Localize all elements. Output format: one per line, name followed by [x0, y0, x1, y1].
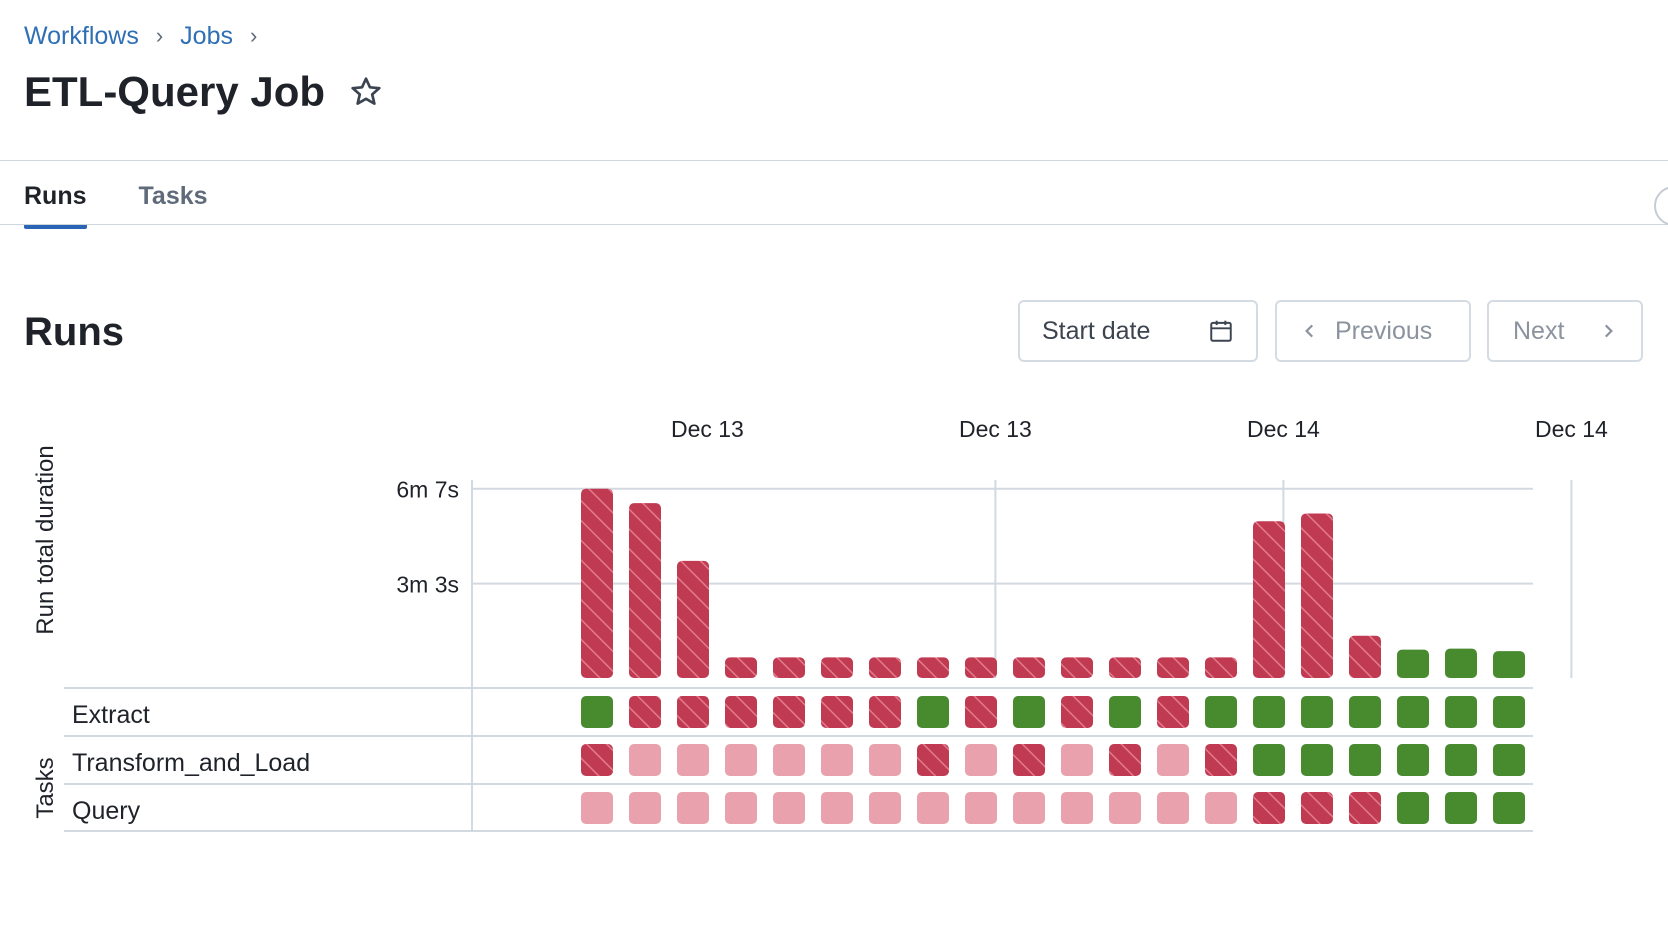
task-status-cell: [1109, 744, 1141, 776]
task-status-cell: [773, 792, 805, 824]
run-duration-bar: [1061, 657, 1093, 678]
run-duration-bar: [581, 488, 613, 678]
task-status-cell: [1205, 792, 1237, 824]
task-status-cell: [725, 792, 757, 824]
task-status-cell: [1157, 696, 1189, 728]
run-duration-bar: [1253, 521, 1285, 678]
run-duration-bar: [821, 657, 853, 678]
task-status-cell: [1013, 744, 1045, 776]
run-duration-bar: [1205, 657, 1237, 678]
task-name-label: Query: [72, 797, 141, 825]
run-duration-bar: [1109, 657, 1141, 678]
task-status-cell: [677, 792, 709, 824]
run-duration-bar: [1445, 648, 1477, 678]
task-status-cell: [965, 744, 997, 776]
task-status-cell: [629, 696, 661, 728]
task-status-cell: [1061, 792, 1093, 824]
task-status-cell: [1445, 696, 1477, 728]
task-status-cell: [1301, 792, 1333, 824]
task-status-cell: [1493, 696, 1525, 728]
run-duration-bar: [869, 657, 901, 678]
x-tick-label: Dec 14: [1535, 416, 1608, 442]
task-status-cell: [1061, 696, 1093, 728]
task-status-cell: [1397, 744, 1429, 776]
task-status-cell: [1397, 792, 1429, 824]
task-status-cell: [629, 792, 661, 824]
task-status-cell: [677, 744, 709, 776]
run-duration-bar: [965, 657, 997, 678]
task-status-cell: [629, 744, 661, 776]
run-duration-bar: [1301, 513, 1333, 678]
task-status-cell: [725, 744, 757, 776]
run-duration-bar: [1157, 657, 1189, 678]
task-status-cell: [821, 696, 853, 728]
task-status-cell: [1349, 792, 1381, 824]
task-name-label: Transform_and_Load: [72, 749, 310, 777]
task-status-cell: [1445, 744, 1477, 776]
task-status-cell: [917, 744, 949, 776]
task-status-cell: [1013, 792, 1045, 824]
task-status-cell: [1205, 744, 1237, 776]
task-status-cell: [1253, 792, 1285, 824]
task-status-cell: [869, 792, 901, 824]
run-duration-bar: [773, 657, 805, 678]
task-status-cell: [581, 792, 613, 824]
y-tick-label: 6m 7s: [396, 477, 459, 503]
task-status-cell: [1301, 696, 1333, 728]
task-status-cell: [1349, 696, 1381, 728]
task-status-cell: [1109, 792, 1141, 824]
task-status-cell: [869, 696, 901, 728]
x-tick-label: Dec 13: [671, 416, 744, 442]
task-status-cell: [965, 696, 997, 728]
run-duration-bar: [917, 657, 949, 678]
task-status-cell: [917, 792, 949, 824]
task-status-cell: [821, 792, 853, 824]
runs-matrix-chart: 6m 7s 3m 3s Dec 13 Dec 13 Dec 14 Dec 14 Run to…: [32, 416, 1608, 832]
task-status-cell: [1013, 696, 1045, 728]
task-status-cell: [1493, 792, 1525, 824]
task-status-cell: [1157, 792, 1189, 824]
task-status-cell: [725, 696, 757, 728]
run-duration-bar: [629, 503, 661, 678]
task-status-cell: [773, 696, 805, 728]
run-duration-bar: [1349, 635, 1381, 678]
task-status-cell: [1061, 744, 1093, 776]
task-status-cell: [1205, 696, 1237, 728]
task-status-cell: [869, 744, 901, 776]
run-duration-bar: [1397, 649, 1429, 678]
task-status-cell: [773, 744, 805, 776]
y-axis-label: Run total duration: [32, 445, 59, 634]
x-tick-label: Dec 14: [1247, 416, 1320, 442]
task-name-label: Extract: [72, 701, 150, 729]
task-status-cell: [1253, 744, 1285, 776]
tasks-axis-label: Tasks: [32, 757, 59, 818]
task-status-cell: [965, 792, 997, 824]
task-status-cell: [581, 744, 613, 776]
task-status-cell: [677, 696, 709, 728]
task-status-cell: [581, 696, 613, 728]
task-status-cell: [821, 744, 853, 776]
task-status-cell: [1349, 744, 1381, 776]
task-status-cell: [1445, 792, 1477, 824]
run-duration-bar: [1493, 651, 1525, 678]
task-status-cell: [1253, 696, 1285, 728]
run-duration-bar: [725, 657, 757, 678]
task-status-cell: [1301, 744, 1333, 776]
run-duration-bar: [677, 560, 709, 678]
task-status-cell: [1493, 744, 1525, 776]
x-tick-label: Dec 13: [959, 416, 1032, 442]
task-status-cell: [1397, 696, 1429, 728]
task-status-cell: [1109, 696, 1141, 728]
task-status-cell: [1157, 744, 1189, 776]
task-status-cell: [917, 696, 949, 728]
run-duration-bar: [1013, 657, 1045, 678]
y-tick-label: 3m 3s: [396, 572, 459, 598]
